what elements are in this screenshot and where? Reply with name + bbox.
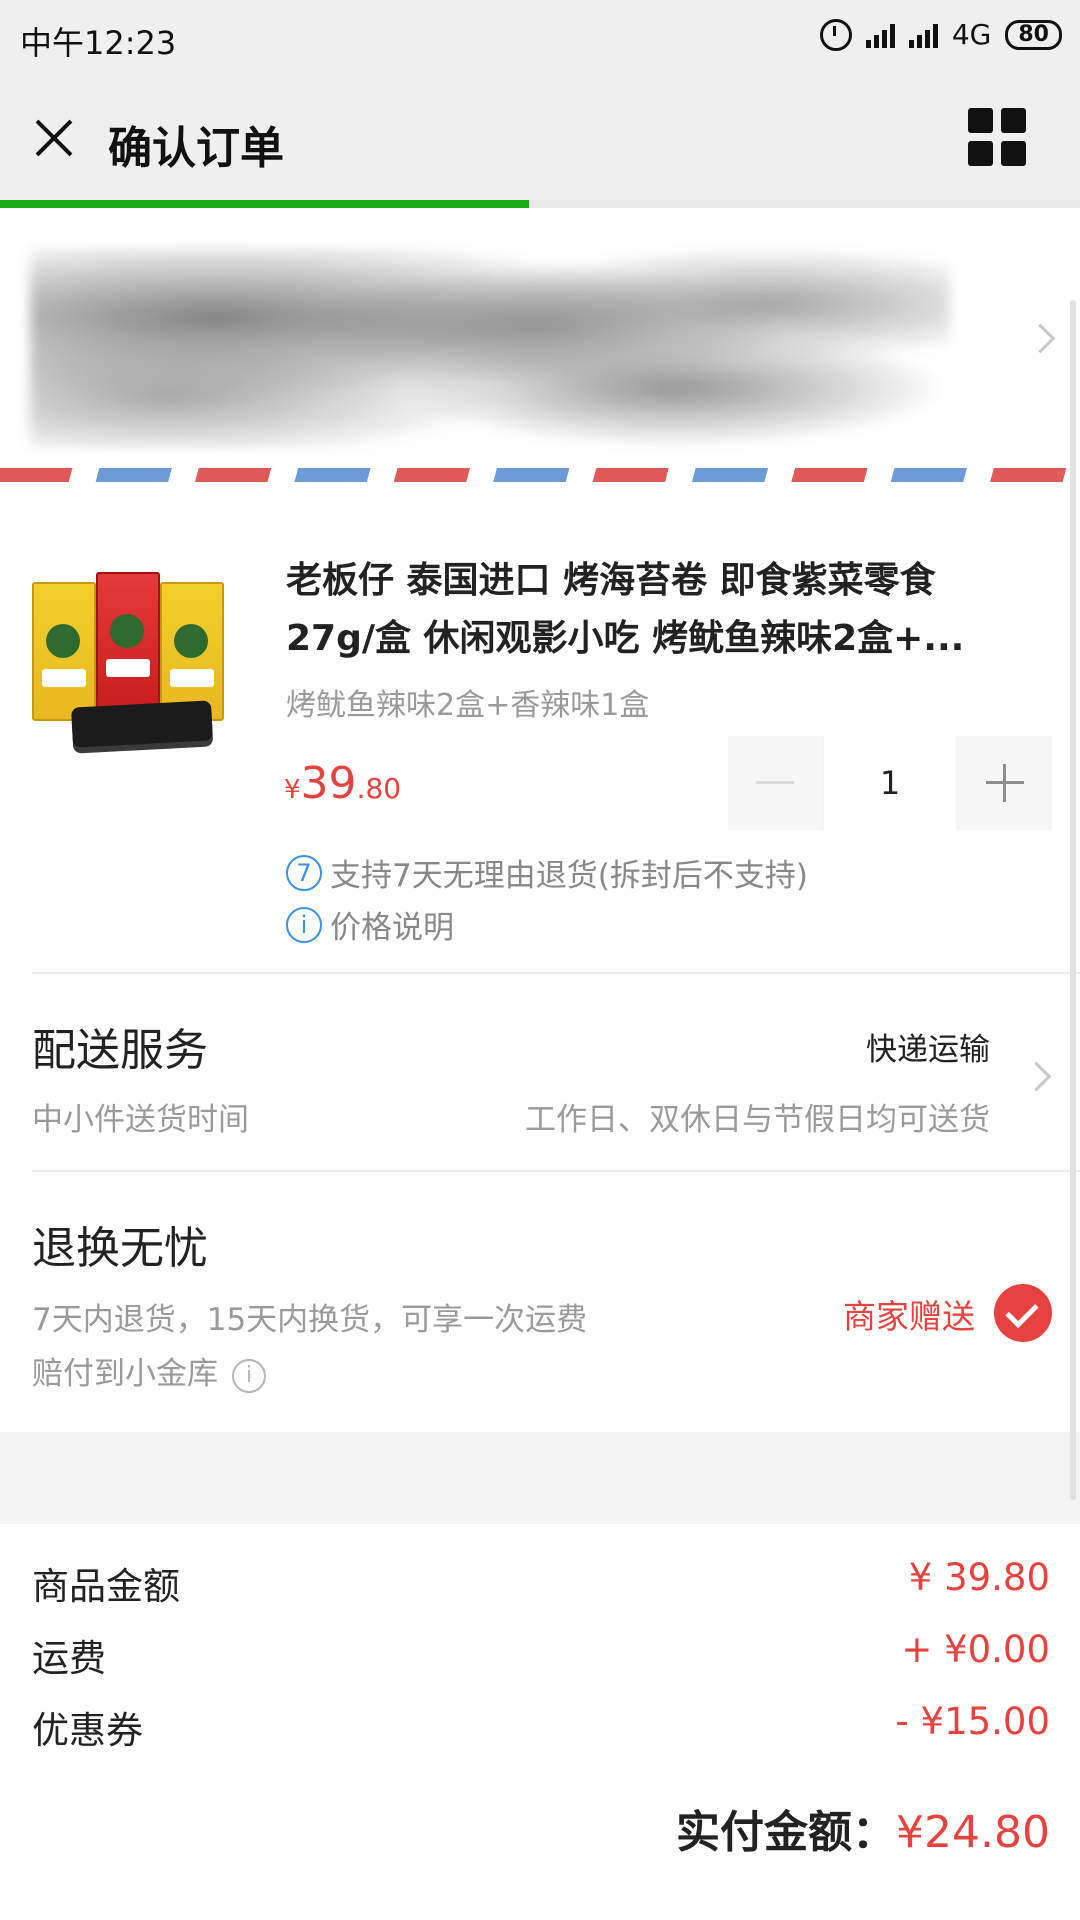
status-icons: 4G 80 <box>819 18 1062 51</box>
info-icon[interactable]: i <box>232 1358 266 1393</box>
quantity-stepper: 1 <box>728 736 1052 830</box>
address-redacted <box>30 248 950 448</box>
delivery-time-label: 中小件送货时间 <box>32 1102 249 1138</box>
goods-amount-value: ¥ 39.80 <box>908 1556 1050 1599</box>
returns-title: 退换无忧 <box>32 1223 208 1274</box>
info-icon: i <box>286 906 322 943</box>
product-title-line2: 27g/盒 休闲观影小吃 烤鱿鱼辣味2盒+... <box>286 618 965 659</box>
product-item: 老板仔 泰国进口 烤海苔卷 即食紫菜零食 27g/盒 休闲观影小吃 烤鱿鱼辣味2… <box>0 510 1080 970</box>
returns-desc-line2: 赔付到小金库 i <box>32 1348 266 1393</box>
total-label: 实付金额： <box>676 1807 897 1858</box>
battery-icon: 80 <box>1005 19 1062 50</box>
returns-desc-line1: 7天内退货，15天内换货，可享一次运费 <box>32 1302 588 1338</box>
status-time: 中午12:23 <box>20 24 177 62</box>
total-amount: 实付金额：¥24.80 <box>676 1796 1050 1860</box>
price-integer: 39 <box>300 758 357 809</box>
total-value: ¥24.80 <box>896 1807 1050 1858</box>
price-decimal: .80 <box>356 772 402 805</box>
coupon-value: - ¥15.00 <box>895 1700 1050 1743</box>
price-currency: ¥ <box>284 775 301 805</box>
product-title: 老板仔 泰国进口 烤海苔卷 即食紫菜零食 27g/盒 休闲观影小吃 烤鱿鱼辣味2… <box>286 552 1046 668</box>
returns-desc-line2-text: 赔付到小金库 <box>32 1356 218 1392</box>
check-icon[interactable] <box>994 1284 1052 1342</box>
return-policy: 7 支持7天无理由退货(拆封后不支持) <box>286 850 808 895</box>
nav-bar: 确认订单 <box>0 72 1080 204</box>
product-title-line1: 老板仔 泰国进口 烤海苔卷 即食紫菜零食 <box>286 560 936 601</box>
airmail-stripe <box>0 468 1080 482</box>
shipping-label: 运费 <box>32 1637 106 1680</box>
return-policy-text: 支持7天无理由退货(拆封后不支持) <box>330 858 808 894</box>
grid-menu-icon[interactable] <box>968 108 1026 166</box>
chevron-right-icon <box>1021 1061 1052 1092</box>
page-load-progress <box>0 200 1080 208</box>
section-gap <box>0 1432 1080 1524</box>
signal-icon <box>865 22 895 48</box>
divider <box>32 972 1080 974</box>
chevron-right-icon <box>1025 323 1056 354</box>
product-price: ¥39.80 <box>284 758 401 809</box>
quantity-increase-button[interactable] <box>958 736 1052 830</box>
address-card[interactable] <box>0 208 1080 508</box>
alarm-icon <box>819 18 852 51</box>
goods-amount-label: 商品金额 <box>32 1565 180 1608</box>
divider <box>32 1170 1080 1172</box>
coupon-label: 优惠券 <box>32 1709 143 1752</box>
merchant-gift-label: 商家赠送 <box>843 1297 975 1336</box>
price-note-link[interactable]: i 价格说明 <box>286 902 454 947</box>
seven-day-badge-icon: 7 <box>286 854 322 891</box>
status-bar: 中午12:23 4G 80 <box>0 0 1080 72</box>
shipping-value: + ¥0.00 <box>901 1628 1050 1671</box>
page-load-progress-fill <box>0 200 530 208</box>
delivery-time-value: 工作日、双休日与节假日均可送货 <box>525 1102 990 1138</box>
quantity-value[interactable]: 1 <box>824 736 956 830</box>
product-image <box>32 572 224 772</box>
close-icon[interactable] <box>30 114 78 162</box>
quantity-decrease-button[interactable] <box>728 736 822 830</box>
product-spec: 烤鱿鱼辣味2盒+香辣味1盒 <box>286 688 650 723</box>
delivery-method: 快递运输 <box>866 1032 990 1068</box>
scrollbar[interactable] <box>1070 300 1076 1500</box>
network-type: 4G <box>951 18 992 51</box>
signal-icon-2 <box>908 22 938 48</box>
price-note-text: 价格说明 <box>330 910 454 946</box>
delivery-title: 配送服务 <box>32 1025 208 1076</box>
page-title: 确认订单 <box>108 123 284 174</box>
